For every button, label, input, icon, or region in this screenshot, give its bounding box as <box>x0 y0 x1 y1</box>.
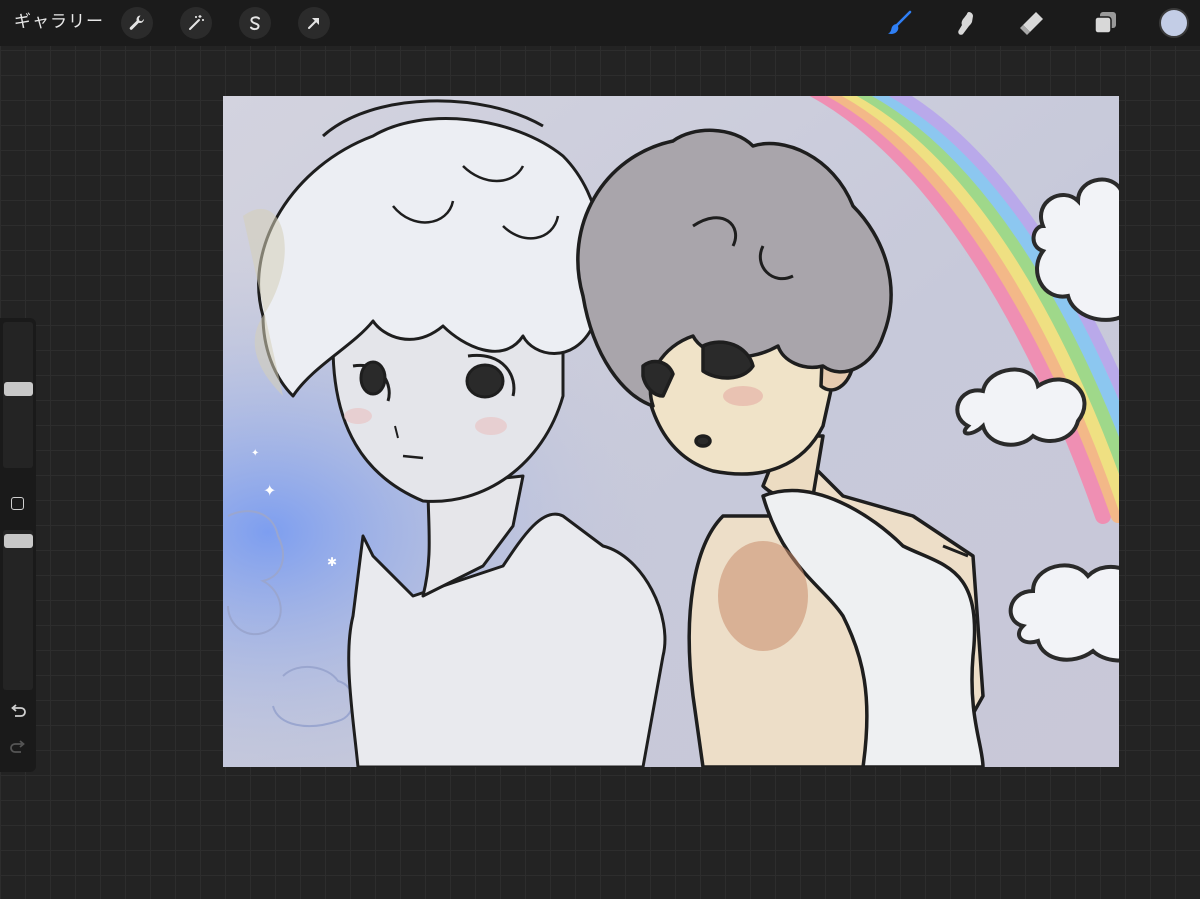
selection-s-icon[interactable] <box>239 7 271 39</box>
opacity-thumb[interactable] <box>4 534 33 548</box>
layers-icon[interactable] <box>1088 6 1122 40</box>
redo-arrow-icon[interactable] <box>8 738 28 758</box>
gallery-button[interactable]: ギャラリー <box>14 10 104 34</box>
artwork-illustration: ✦ ✱ ✦ <box>223 96 1119 767</box>
color-picker-swatch[interactable] <box>1159 8 1189 38</box>
drawing-canvas[interactable]: ✦ ✱ ✦ <box>223 96 1119 767</box>
left-sidebar <box>0 318 36 772</box>
smudge-finger-icon[interactable] <box>949 6 983 40</box>
brush-icon[interactable] <box>882 6 916 40</box>
brush-size-thumb[interactable] <box>4 381 33 396</box>
wrench-icon[interactable] <box>121 7 153 39</box>
svg-text:✦: ✦ <box>251 448 259 459</box>
svg-text:✱: ✱ <box>327 555 337 569</box>
eraser-icon[interactable] <box>1015 6 1049 40</box>
opacity-slider[interactable] <box>3 530 33 690</box>
arrow-cursor-icon[interactable] <box>298 7 330 39</box>
brush-size-slider[interactable] <box>3 322 33 468</box>
square-modify-icon[interactable] <box>11 497 24 510</box>
undo-arrow-icon[interactable] <box>8 702 28 722</box>
magic-wand-icon[interactable] <box>180 7 212 39</box>
top-toolbar: ギャラリー <box>0 0 1200 46</box>
svg-text:✦: ✦ <box>263 481 276 500</box>
